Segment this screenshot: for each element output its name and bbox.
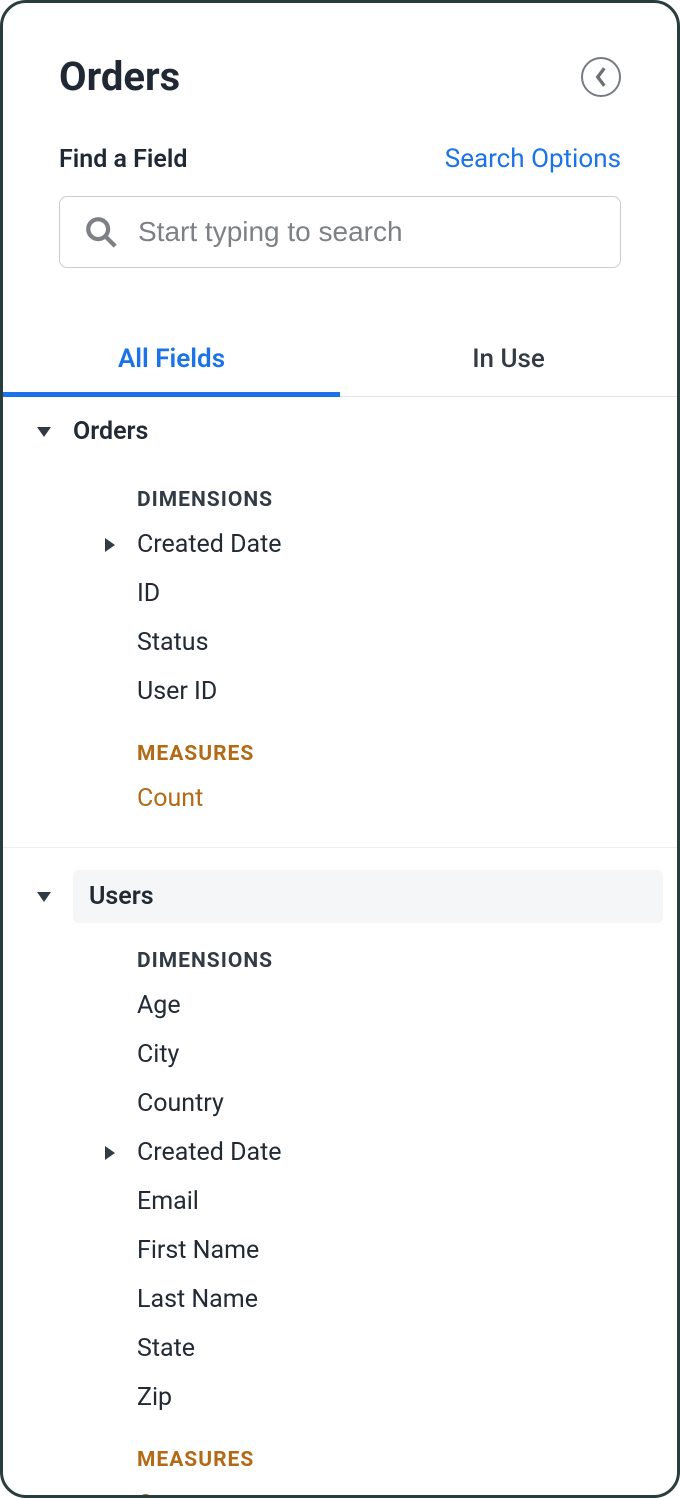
field-label: Count bbox=[137, 1490, 203, 1498]
field-label: User ID bbox=[137, 677, 217, 706]
dimension-field[interactable]: Zip bbox=[3, 1373, 677, 1422]
dimension-field[interactable]: State bbox=[3, 1324, 677, 1373]
search-input[interactable] bbox=[138, 216, 596, 248]
chevron-left-icon bbox=[594, 66, 608, 88]
dimension-field[interactable]: Status bbox=[3, 618, 677, 667]
field-picker-panel: Orders Find a Field Search Options All F… bbox=[0, 0, 680, 1498]
tab-in-use[interactable]: In Use bbox=[340, 326, 677, 396]
collapse-panel-button[interactable] bbox=[581, 57, 621, 97]
field-label: State bbox=[137, 1334, 195, 1363]
measures-label: MEASURES bbox=[3, 1422, 677, 1480]
dimension-field[interactable]: Last Name bbox=[3, 1275, 677, 1324]
chevron-right-icon bbox=[105, 538, 115, 552]
field-label: ID bbox=[137, 579, 160, 608]
field-list: Orders DIMENSIONS Created Date ID Status… bbox=[3, 397, 677, 1498]
tabs: All Fields In Use bbox=[3, 326, 677, 397]
dimension-field[interactable]: Created Date bbox=[3, 1128, 677, 1177]
dimension-field[interactable]: Email bbox=[3, 1177, 677, 1226]
group-header-orders[interactable]: Orders bbox=[3, 401, 677, 462]
dimensions-label: DIMENSIONS bbox=[3, 923, 677, 981]
field-label: Created Date bbox=[137, 530, 282, 559]
measures-label: MEASURES bbox=[3, 716, 677, 774]
field-label: Created Date bbox=[137, 1138, 282, 1167]
search-options-link[interactable]: Search Options bbox=[445, 144, 621, 174]
field-label: Age bbox=[137, 991, 181, 1020]
chevron-down-icon bbox=[37, 427, 51, 437]
group-name: Orders bbox=[73, 417, 148, 446]
dimension-field[interactable]: Created Date bbox=[3, 520, 677, 569]
tab-all-fields[interactable]: All Fields bbox=[3, 326, 340, 396]
dimension-field[interactable]: Age bbox=[3, 981, 677, 1030]
field-label: Status bbox=[137, 628, 208, 657]
field-label: City bbox=[137, 1040, 179, 1069]
dimension-field[interactable]: First Name bbox=[3, 1226, 677, 1275]
measure-field[interactable]: Count bbox=[3, 1480, 677, 1498]
chevron-right-icon bbox=[105, 1146, 115, 1160]
panel-title: Orders bbox=[59, 53, 180, 100]
dimension-field[interactable]: User ID bbox=[3, 667, 677, 716]
field-label: Email bbox=[137, 1187, 199, 1216]
dimension-field[interactable]: ID bbox=[3, 569, 677, 618]
field-label: Last Name bbox=[137, 1285, 258, 1314]
dimension-field[interactable]: City bbox=[3, 1030, 677, 1079]
find-field-label: Find a Field bbox=[59, 145, 187, 174]
group-name: Users bbox=[89, 882, 154, 911]
search-box[interactable] bbox=[59, 196, 621, 268]
chevron-down-icon bbox=[37, 892, 51, 902]
field-label: Count bbox=[137, 784, 203, 813]
field-label: Zip bbox=[137, 1383, 172, 1412]
measure-field[interactable]: Count bbox=[3, 774, 677, 823]
field-label: Country bbox=[137, 1089, 224, 1118]
dimension-field[interactable]: Country bbox=[3, 1079, 677, 1128]
group-header-users[interactable]: Users bbox=[73, 870, 663, 923]
field-label: First Name bbox=[137, 1236, 259, 1265]
search-icon bbox=[84, 215, 118, 249]
dimensions-label: DIMENSIONS bbox=[3, 462, 677, 520]
